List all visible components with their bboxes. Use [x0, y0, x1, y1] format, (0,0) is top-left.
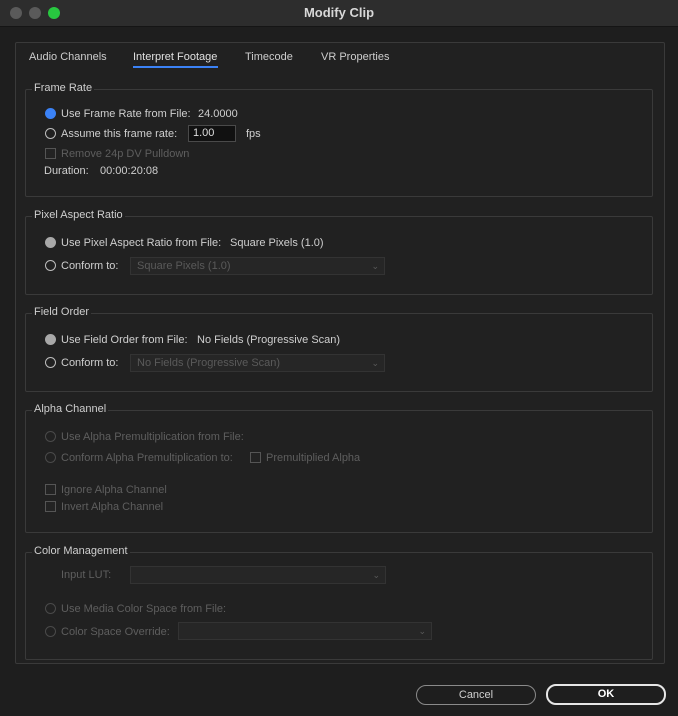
pixel-aspect-conform-radio[interactable] [45, 260, 56, 271]
alpha-conform-label: Conform Alpha Premultiplication to: [61, 452, 233, 464]
chevron-down-icon: ⌄ [371, 358, 379, 368]
ignore-alpha-checkbox[interactable] [45, 484, 56, 495]
color-space-override-select[interactable]: ⌄ [178, 622, 432, 640]
pixel-aspect-group [25, 216, 653, 295]
field-order-from-file-label: Use Field Order from File: [61, 334, 188, 346]
field-order-conform-label: Conform to: [61, 357, 119, 369]
field-order-from-file-radio[interactable] [45, 334, 56, 345]
assume-frame-rate-label: Assume this frame rate: [61, 128, 178, 140]
field-order-conform-value: No Fields (Progressive Scan) [137, 357, 281, 369]
field-order-group [25, 313, 653, 392]
duration-label: Duration: [44, 165, 89, 177]
ignore-alpha-label: Ignore Alpha Channel [61, 484, 167, 496]
input-lut-select[interactable]: ⌄ [130, 566, 386, 584]
color-space-override-label: Color Space Override: [61, 626, 170, 638]
frame-rate-input[interactable]: 1.00 [188, 125, 236, 142]
alpha-channel-group [25, 410, 653, 533]
chevron-down-icon: ⌄ [418, 626, 426, 636]
frame-rate-heading: Frame Rate [32, 82, 95, 94]
pixel-aspect-conform-label: Conform to: [61, 260, 119, 272]
media-color-space-label: Use Media Color Space from File: [61, 603, 227, 615]
assume-frame-rate-radio[interactable] [45, 128, 56, 139]
field-order-conform-radio[interactable] [45, 357, 56, 368]
pixel-aspect-from-file-label: Use Pixel Aspect Ratio from File: [61, 237, 222, 249]
title-bar: Modify Clip [0, 0, 678, 27]
media-color-space-radio[interactable] [45, 603, 56, 614]
remove-pulldown-checkbox[interactable] [45, 148, 56, 159]
frame-rate-file-value: 24.0000 [198, 108, 238, 120]
field-order-conform-select[interactable]: No Fields (Progressive Scan) ⌄ [130, 354, 385, 372]
field-order-file-value: No Fields (Progressive Scan) [197, 334, 341, 346]
chevron-down-icon: ⌄ [372, 570, 380, 580]
frame-rate-group [25, 89, 653, 197]
alpha-from-file-radio[interactable] [45, 431, 56, 442]
input-lut-label: Input LUT: [61, 569, 112, 581]
fps-unit: fps [246, 128, 261, 140]
alpha-conform-radio[interactable] [45, 452, 56, 463]
alpha-channel-heading: Alpha Channel [32, 403, 109, 415]
active-tab-indicator [133, 66, 218, 68]
invert-alpha-label: Invert Alpha Channel [61, 501, 164, 513]
tab-audio-channels[interactable]: Audio Channels [29, 51, 107, 63]
tab-timecode[interactable]: Timecode [245, 51, 293, 63]
cancel-button[interactable]: Cancel [416, 685, 536, 705]
duration-value: 00:00:20:08 [100, 165, 159, 177]
remove-pulldown-label: Remove 24p DV Pulldown [61, 148, 190, 160]
pixel-aspect-from-file-radio[interactable] [45, 237, 56, 248]
invert-alpha-checkbox[interactable] [45, 501, 56, 512]
color-space-override-radio[interactable] [45, 626, 56, 637]
pixel-aspect-conform-value: Square Pixels (1.0) [137, 260, 231, 272]
color-management-heading: Color Management [32, 545, 130, 557]
pixel-aspect-conform-select[interactable]: Square Pixels (1.0) ⌄ [130, 257, 385, 275]
pixel-aspect-file-value: Square Pixels (1.0) [230, 237, 324, 249]
frame-rate-from-file-label: Use Frame Rate from File: [61, 108, 191, 120]
premultiplied-alpha-checkbox[interactable] [250, 452, 261, 463]
field-order-heading: Field Order [32, 306, 92, 318]
chevron-down-icon: ⌄ [371, 261, 379, 271]
premultiplied-alpha-label: Premultiplied Alpha [266, 452, 361, 464]
ok-button[interactable]: OK [546, 684, 666, 705]
frame-rate-from-file-radio[interactable] [45, 108, 56, 119]
tab-vr-properties[interactable]: VR Properties [321, 51, 389, 63]
window-title: Modify Clip [303, 5, 375, 20]
pixel-aspect-heading: Pixel Aspect Ratio [32, 209, 125, 221]
tab-interpret-footage[interactable]: Interpret Footage [133, 51, 217, 63]
alpha-from-file-label: Use Alpha Premultiplication from File: [61, 431, 244, 443]
